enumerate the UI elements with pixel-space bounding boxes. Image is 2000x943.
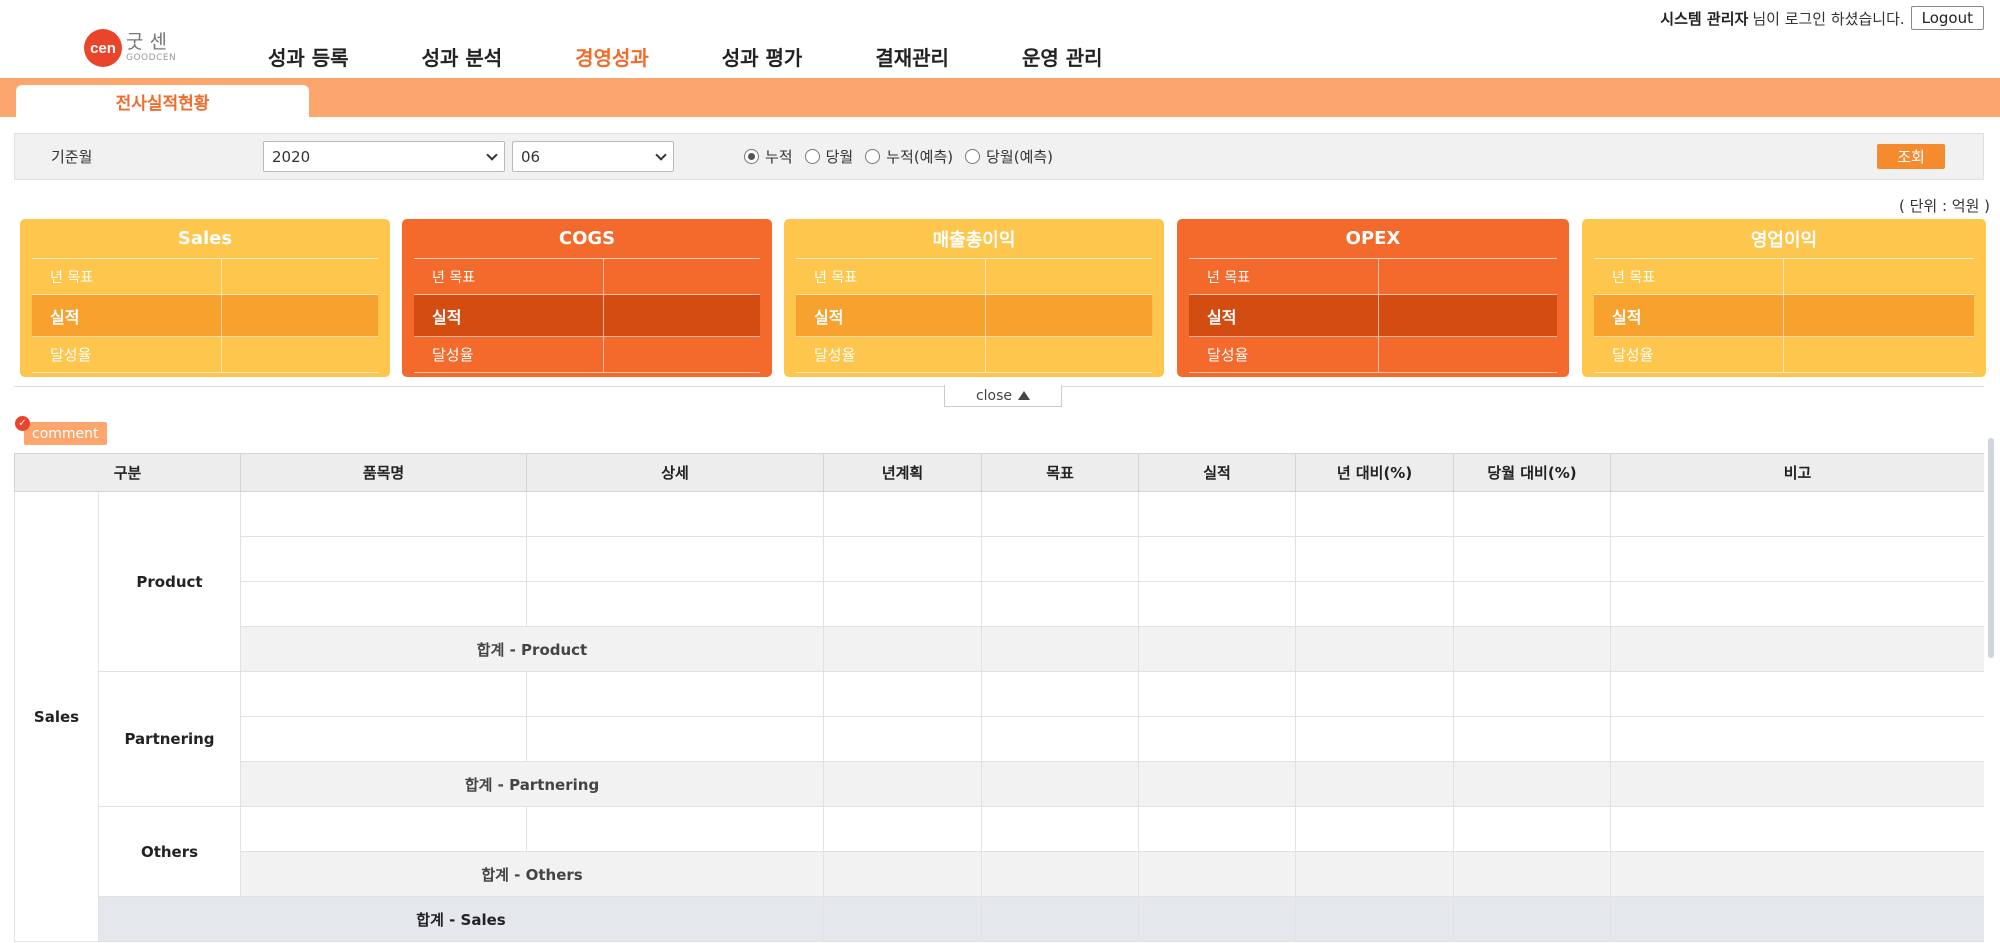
kpi-card-opex: OPEX 년 목표 실적 달성율 bbox=[1177, 219, 1569, 377]
year-select[interactable]: 2020 bbox=[263, 141, 505, 172]
kpi-target-label: 년 목표 bbox=[1594, 259, 1784, 294]
kpi-rate-label: 달성율 bbox=[414, 337, 604, 372]
total-row: 합계 - Sales bbox=[15, 896, 1984, 942]
logo-mark: cen bbox=[84, 29, 122, 67]
kpi-actual-label: 실적 bbox=[796, 295, 986, 336]
month-select[interactable]: 06 bbox=[512, 141, 674, 172]
unit-label: ( 단위 : 억원 ) bbox=[1898, 197, 1990, 215]
login-message: 님이 로그인 하셨습니다. bbox=[1752, 9, 1905, 28]
month-select-value: 06 bbox=[521, 147, 541, 166]
tab-bar: 전사실적현황 bbox=[0, 78, 2000, 117]
kpi-card-cogs: COGS 년 목표 실적 달성율 bbox=[402, 219, 772, 377]
radio-unchecked-icon[interactable] bbox=[965, 149, 981, 164]
close-toggle-button[interactable]: close bbox=[944, 385, 1062, 407]
radio-checked-icon[interactable] bbox=[744, 149, 759, 164]
subgroup-cell-partnering: Partnering bbox=[97, 671, 242, 807]
nav-item-performance-register[interactable]: 성과 등록 bbox=[268, 42, 349, 71]
nav-item-performance-analysis[interactable]: 성과 분석 bbox=[422, 42, 503, 71]
kpi-card-title: OPEX bbox=[1189, 219, 1557, 259]
kpi-target-label: 년 목표 bbox=[414, 259, 604, 294]
chevron-down-icon bbox=[486, 149, 498, 161]
nav-item-performance-evaluation[interactable]: 성과 평가 bbox=[722, 42, 803, 71]
user-bar: 시스템 관리자 님이 로그인 하셨습니다. Logout bbox=[1660, 6, 1984, 30]
kpi-rate-label: 달성율 bbox=[1189, 337, 1379, 372]
kpi-rate-label: 달성율 bbox=[796, 337, 986, 372]
col-header-category: 구분 bbox=[14, 453, 242, 492]
table-row bbox=[15, 716, 1984, 762]
kpi-target-label: 년 목표 bbox=[1189, 259, 1379, 294]
group-cell-sales: Sales bbox=[14, 491, 99, 942]
kpi-card-sales: Sales 년 목표 실적 달성율 bbox=[20, 219, 390, 377]
search-button[interactable]: 조회 bbox=[1877, 144, 1945, 169]
subtotal-row: 합계 - Product bbox=[15, 626, 1984, 672]
kpi-rate-label: 달성율 bbox=[32, 337, 222, 372]
nav-item-management-performance[interactable]: 경영성과 bbox=[575, 42, 649, 87]
table-row: Others bbox=[15, 806, 1984, 897]
kpi-card-title: 매출총이익 bbox=[796, 219, 1152, 259]
logo[interactable]: cen 굿센 GOODCEN bbox=[84, 28, 176, 68]
triangle-up-icon bbox=[1018, 391, 1031, 400]
kpi-target-label: 년 목표 bbox=[32, 259, 222, 294]
kpi-card-title: 영업이익 bbox=[1594, 219, 1974, 259]
col-header-item-name: 품목명 bbox=[240, 453, 528, 492]
kpi-actual-label: 실적 bbox=[32, 295, 222, 336]
nav-item-operations[interactable]: 운영 관리 bbox=[1022, 42, 1103, 71]
filter-bar: 기준월 2020 06 누적 당월 누적(예측) 당월(예측) 조회 bbox=[14, 133, 1984, 180]
user-name: 시스템 관리자 bbox=[1660, 9, 1749, 28]
base-month-label: 기준월 bbox=[51, 148, 93, 166]
subtotal-row: 합계 - Partnering bbox=[15, 761, 1984, 807]
scrollbar[interactable] bbox=[1988, 438, 1994, 658]
logout-button[interactable]: Logout bbox=[1910, 6, 1984, 30]
table-row bbox=[15, 581, 1984, 627]
radio-current-month[interactable]: 당월 bbox=[804, 146, 853, 167]
kpi-target-label: 년 목표 bbox=[796, 259, 986, 294]
comment-button[interactable]: comment bbox=[24, 422, 107, 445]
subgroup-cell-product: Product bbox=[97, 491, 242, 672]
col-header-target: 목표 bbox=[981, 453, 1140, 492]
tab-company-performance[interactable]: 전사실적현황 bbox=[16, 85, 309, 117]
kpi-cards: Sales 년 목표 실적 달성율 COGS 년 목표 실적 달성율 매출총이익… bbox=[20, 219, 1986, 377]
kpi-card-title: COGS bbox=[414, 219, 760, 259]
kpi-rate-label: 달성율 bbox=[1594, 337, 1784, 372]
check-icon: ✓ bbox=[15, 416, 30, 431]
nav-item-approval[interactable]: 결재관리 bbox=[875, 42, 949, 71]
subtotal-label-partnering: 합계 - Partnering bbox=[240, 761, 825, 807]
radio-unchecked-icon[interactable] bbox=[804, 149, 820, 164]
kpi-actual-label: 실적 bbox=[1594, 295, 1784, 336]
subgroup-cell-others: Others bbox=[97, 806, 242, 897]
col-header-detail: 상세 bbox=[526, 453, 825, 492]
chevron-down-icon bbox=[655, 149, 667, 161]
subtotal-label-others: 합계 - Others bbox=[240, 851, 825, 897]
col-header-annual-plan: 년계획 bbox=[823, 453, 983, 492]
radio-unchecked-icon[interactable] bbox=[865, 149, 881, 164]
kpi-card-operating-profit: 영업이익 년 목표 실적 달성율 bbox=[1582, 219, 1986, 377]
kpi-actual-label: 실적 bbox=[1189, 295, 1379, 336]
table-row: Sales Product bbox=[14, 491, 1984, 942]
subtotal-row: 합계 - Others bbox=[15, 851, 1984, 897]
table-row bbox=[15, 536, 1984, 582]
col-header-mom: 당월 대비(%) bbox=[1453, 453, 1612, 492]
col-header-actual: 실적 bbox=[1138, 453, 1297, 492]
kpi-actual-label: 실적 bbox=[414, 295, 604, 336]
logo-text-en: GOODCEN bbox=[126, 53, 177, 63]
table-header-row: 구분 품목명 상세 년계획 목표 실적 년 대비(%) 당월 대비(%) 비고 bbox=[14, 453, 1984, 492]
radio-cumulative-forecast[interactable]: 누적(예측) bbox=[865, 146, 953, 167]
radio-cumulative[interactable]: 누적 bbox=[744, 146, 793, 167]
year-select-value: 2020 bbox=[272, 147, 311, 166]
period-radio-group: 누적 당월 누적(예측) 당월(예측) bbox=[744, 146, 1065, 167]
kpi-card-gross-profit: 매출총이익 년 목표 실적 달성율 bbox=[784, 219, 1164, 377]
col-header-remarks: 비고 bbox=[1610, 453, 1984, 492]
performance-table: 구분 품목명 상세 년계획 목표 실적 년 대비(%) 당월 대비(%) 비고 … bbox=[14, 453, 1984, 943]
header: cen 굿센 GOODCEN 성과 등록 성과 분석 경영성과 성과 평가 결재… bbox=[0, 0, 2000, 87]
logo-text-kr: 굿센 bbox=[126, 31, 173, 53]
kpi-card-title: Sales bbox=[32, 219, 378, 259]
col-header-yoy: 년 대비(%) bbox=[1295, 453, 1455, 492]
main-nav: 성과 등록 성과 분석 경영성과 성과 평가 결재관리 운영 관리 bbox=[268, 42, 1176, 87]
table-row: Partnering bbox=[15, 671, 1984, 807]
total-label-sales: 합계 - Sales bbox=[97, 896, 825, 942]
radio-current-month-forecast[interactable]: 당월(예측) bbox=[965, 146, 1053, 167]
subtotal-label-product: 합계 - Product bbox=[240, 626, 825, 672]
